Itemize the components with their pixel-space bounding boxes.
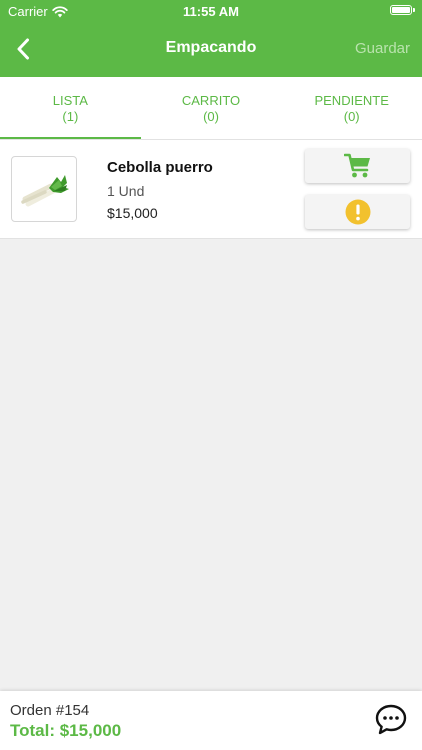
battery-icon [390,5,415,15]
nav-bar: Empacando Guardar [0,22,422,77]
add-to-cart-button[interactable] [305,149,410,183]
order-number: Orden #154 [10,702,90,719]
tab-count: (0) [343,109,360,124]
status-bar: Carrier 11:55 AM [0,0,422,22]
product-name: Cebolla puerro [107,159,213,176]
order-total: Total: $15,000 [10,721,122,740]
tab-label: LISTA [52,93,88,108]
list-item: Cebolla puerro 1 Und $15,000 [0,139,422,239]
tab-pendiente[interactable]: PENDIENTE (0) [281,77,422,139]
shopping-cart-icon [343,153,370,178]
exclamation-circle-icon [345,199,370,225]
tab-label: PENDIENTE [314,93,389,108]
product-image [11,156,77,222]
chat-button[interactable] [374,703,408,737]
status-time: 11:55 AM [183,4,239,19]
order-footer: Orden #154 Total: $15,000 [0,691,422,750]
product-price: $15,000 [107,205,158,221]
product-quantity: 1 Und [107,183,145,199]
leek-icon [21,175,69,207]
tab-lista[interactable]: LISTA (1) [0,77,141,140]
tab-count: (1) [62,109,79,124]
battery-level [392,7,410,13]
tab-carrito[interactable]: CARRITO (0) [141,77,282,139]
tab-bar: LISTA (1) CARRITO (0) PENDIENTE (0) [0,77,422,140]
tab-count: (0) [203,109,219,124]
tab-label: CARRITO [181,93,241,108]
mark-pending-button[interactable] [305,195,410,229]
chat-bubble-icon [375,704,407,735]
save-button[interactable]: Guardar [355,40,410,57]
